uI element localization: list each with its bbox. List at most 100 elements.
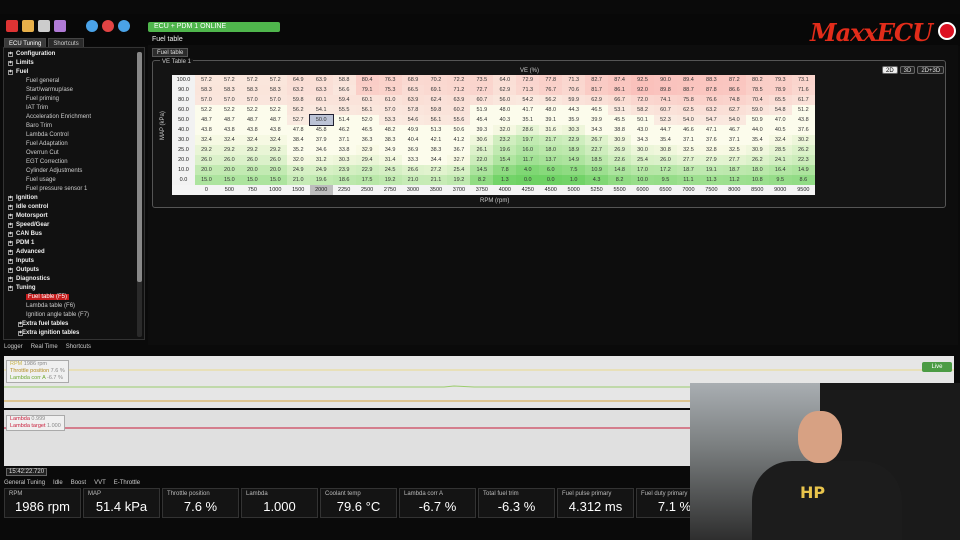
ve-cell[interactable]: 86.1 <box>608 85 632 95</box>
ve-cell[interactable]: 65.5 <box>768 95 792 105</box>
ve-cell[interactable]: 57.0 <box>263 95 287 105</box>
ve-cell[interactable]: 72.9 <box>516 75 540 85</box>
rpm-axis-value[interactable]: 5500 <box>608 185 632 195</box>
ve-cell[interactable]: 59.8 <box>286 95 310 105</box>
ve-cell[interactable]: 56.0 <box>493 95 517 105</box>
ve-cell[interactable]: 28.5 <box>768 145 792 155</box>
sidebar-item[interactable]: + Speed/Gear <box>4 221 144 230</box>
ve-cell[interactable]: 14.5 <box>470 165 494 175</box>
rpm-axis-value[interactable]: 7000 <box>676 185 700 195</box>
ve-cell[interactable]: 87.4 <box>608 75 632 85</box>
ve-cell[interactable]: 26.9 <box>608 145 632 155</box>
map-axis-value[interactable]: 90.0 <box>172 85 195 95</box>
ve-cell[interactable]: 39.1 <box>539 115 563 125</box>
download-icon[interactable] <box>118 20 130 32</box>
ve-cell[interactable]: 32.4 <box>263 135 287 145</box>
map-axis-value[interactable]: 100.0 <box>172 75 195 85</box>
ve-cell[interactable]: 87.2 <box>722 75 746 85</box>
tab-boost[interactable]: Boost <box>71 480 86 486</box>
ve-cell[interactable]: 10.8 <box>745 175 769 185</box>
ve-cell[interactable]: 87.8 <box>699 85 723 95</box>
ve-cell[interactable]: 29.4 <box>355 155 379 165</box>
ve-cell[interactable]: 9.5 <box>654 175 677 185</box>
gauge-tile[interactable]: Lambda corr A -6.7 % <box>399 488 476 518</box>
ve-cell[interactable]: 32.8 <box>699 145 723 155</box>
rpm-axis-value[interactable]: 8500 <box>745 185 769 195</box>
ve-cell[interactable]: 63.9 <box>447 95 471 105</box>
ve-cell[interactable]: 56.2 <box>539 95 563 105</box>
ve-cell[interactable]: 30.9 <box>608 135 632 145</box>
ve-cell[interactable]: 55.6 <box>447 115 471 125</box>
ve-cell[interactable]: 54.1 <box>309 105 333 115</box>
ve-cell[interactable]: 8.2 <box>608 175 632 185</box>
ve-cell[interactable]: 38.4 <box>286 135 310 145</box>
ve-cell[interactable]: 22.3 <box>791 155 815 165</box>
ve-cell[interactable]: 37.6 <box>791 125 815 135</box>
ve-cell[interactable]: 62.5 <box>676 105 700 115</box>
ve-cell[interactable]: 54.0 <box>722 115 746 125</box>
ve-cell[interactable]: 72.7 <box>470 85 494 95</box>
ve-cell[interactable]: 46.5 <box>585 105 609 115</box>
ve-cell[interactable]: 54.8 <box>768 105 792 115</box>
ve-cell[interactable]: 57.2 <box>217 75 241 85</box>
sidebar-item[interactable]: Fuel usage <box>4 176 144 185</box>
rpm-axis-value[interactable]: 4250 <box>516 185 540 195</box>
ve-cell[interactable]: 70.6 <box>562 85 586 95</box>
rpm-axis-value[interactable]: 750 <box>240 185 264 195</box>
sidebar-item[interactable]: + Limits <box>4 59 144 68</box>
sidebar-item[interactable]: Fuel pressure sensor 1 <box>4 185 144 194</box>
sidebar-item[interactable]: + Diagnostics <box>4 275 144 284</box>
ve-cell[interactable]: 32.4 <box>240 135 264 145</box>
sidebar-item[interactable]: Lambda Control <box>4 131 144 140</box>
ve-cell[interactable]: 47.0 <box>768 115 792 125</box>
ve-cell[interactable]: 25.4 <box>631 155 655 165</box>
info-icon[interactable] <box>86 20 98 32</box>
rpm-axis-value[interactable]: 7500 <box>699 185 723 195</box>
ve-cell[interactable]: 79.1 <box>355 85 379 95</box>
rpm-axis-value[interactable]: 500 <box>217 185 241 195</box>
live-button[interactable]: Live <box>922 362 952 372</box>
sidebar-item[interactable]: Baro Trim <box>4 122 144 131</box>
ve-cell[interactable]: 18.0 <box>539 145 563 155</box>
ve-cell[interactable]: 13.7 <box>539 155 563 165</box>
ve-cell[interactable]: 78.5 <box>745 85 769 95</box>
rpm-axis-value[interactable]: 2750 <box>378 185 402 195</box>
ve-cell[interactable]: 21.1 <box>424 175 448 185</box>
ve-cell[interactable]: 63.2 <box>286 85 310 95</box>
ve-cell[interactable]: 18.7 <box>676 165 700 175</box>
expand-icon[interactable]: + <box>18 322 23 327</box>
gauge-tile[interactable]: Fuel pulse primary 4.312 ms <box>557 488 634 518</box>
ve-cell[interactable]: 48.7 <box>263 115 287 125</box>
ve-cell[interactable]: 0.0 <box>539 175 563 185</box>
ve-cell[interactable]: 18.0 <box>745 165 769 175</box>
ve-cell[interactable]: 22.9 <box>562 135 586 145</box>
ve-cell[interactable]: 22.9 <box>355 165 379 175</box>
ve-cell[interactable]: 62.9 <box>585 95 609 105</box>
ve-cell[interactable]: 26.1 <box>470 145 494 155</box>
ve-cell[interactable]: 22.6 <box>608 155 632 165</box>
ve-cell[interactable]: 37.1 <box>332 135 356 145</box>
ve-cell[interactable]: 86.6 <box>722 85 746 95</box>
gauge-tile[interactable]: Coolant temp 79.6 °C <box>320 488 397 518</box>
ve-cell[interactable]: 27.7 <box>722 155 746 165</box>
ve-cell[interactable]: 46.7 <box>722 125 746 135</box>
ve-cell[interactable]: 34.6 <box>309 145 333 155</box>
ve-cell[interactable]: 60.7 <box>654 105 677 115</box>
ve-cell[interactable]: 22.7 <box>585 145 609 155</box>
sidebar-item[interactable]: + CAN Bus <box>4 230 144 239</box>
ve-cell[interactable]: 60.1 <box>355 95 379 105</box>
ve-cell[interactable]: 44.3 <box>562 105 586 115</box>
ve-cell[interactable]: 32.0 <box>493 125 517 135</box>
ve-cell[interactable]: 18.9 <box>562 145 586 155</box>
map-axis-value[interactable]: 20.0 <box>172 155 195 165</box>
ve-cell[interactable]: 1.0 <box>562 175 586 185</box>
ve-cell[interactable]: 32.9 <box>355 145 379 155</box>
ve-cell[interactable]: 10.0 <box>631 175 655 185</box>
sidebar-item[interactable]: + Tuning <box>4 284 144 293</box>
ve-cell[interactable]: 52.7 <box>286 115 310 125</box>
ve-cell[interactable]: 19.7 <box>516 135 540 145</box>
ve-cell[interactable]: 78.9 <box>768 85 792 95</box>
ve-cell[interactable]: 62.7 <box>722 105 746 115</box>
ve-cell[interactable]: 19.6 <box>493 145 517 155</box>
ve-cell[interactable]: 30.2 <box>791 135 815 145</box>
